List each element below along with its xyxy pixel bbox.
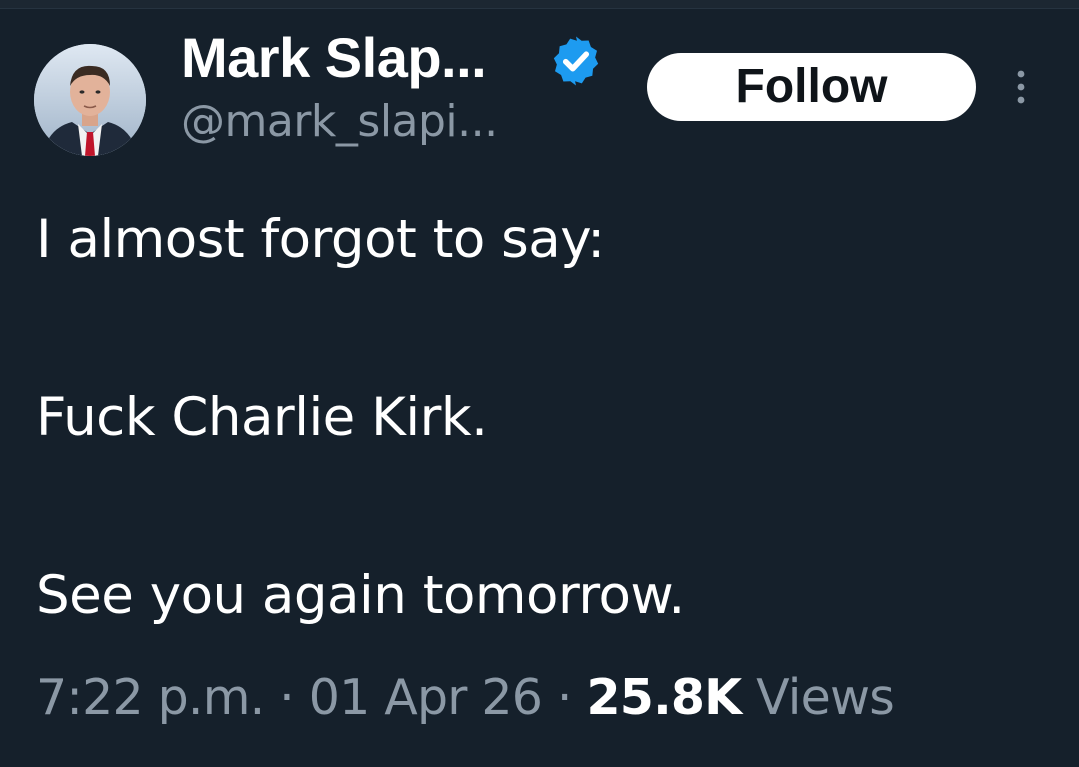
views-label: Views <box>756 669 895 726</box>
views-count: 25.8K <box>586 669 742 726</box>
meta-separator: · <box>542 669 587 726</box>
user-handle[interactable]: @mark_slapi... <box>181 92 498 152</box>
follow-button[interactable]: Follow <box>647 53 976 121</box>
tweet-time[interactable]: 7:22 p.m. <box>36 669 265 726</box>
tweet-text-line: I almost forgot to say: <box>36 209 605 270</box>
meta-separator: · <box>264 669 309 726</box>
avatar-image <box>34 44 146 156</box>
tweet-metadata: 7:22 p.m. · 01 Apr 26 · 25.8K Views <box>36 666 895 730</box>
verified-badge-icon <box>553 36 599 86</box>
tweet-date[interactable]: 01 Apr 26 <box>309 669 543 726</box>
top-divider <box>0 0 1079 9</box>
display-name[interactable]: Mark Slap... <box>181 26 487 90</box>
avatar[interactable] <box>34 44 146 156</box>
tweet-text-line: Fuck Charlie Kirk. <box>36 387 488 448</box>
tweet-text-line: See you again tomorrow. <box>36 565 685 626</box>
more-vertical-icon[interactable] <box>1006 66 1036 108</box>
